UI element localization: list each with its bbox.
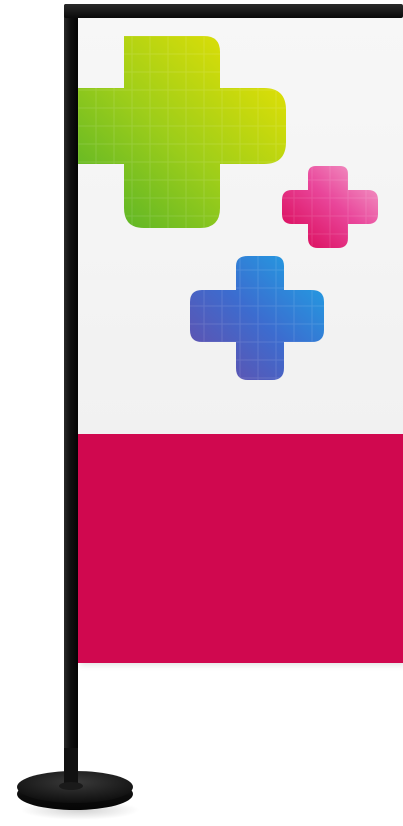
green-yellow-plus-icon xyxy=(78,36,286,228)
flag-stand-photo xyxy=(0,0,403,826)
pink-plus-icon xyxy=(282,166,378,248)
blue-plus-icon xyxy=(190,256,324,380)
flag-banner xyxy=(78,18,403,663)
flag-top-bar xyxy=(64,4,403,18)
flag-pole xyxy=(64,4,78,754)
flag-magenta-section xyxy=(78,434,403,663)
plus-graphics xyxy=(78,36,378,380)
flag-stand-base xyxy=(17,748,133,810)
